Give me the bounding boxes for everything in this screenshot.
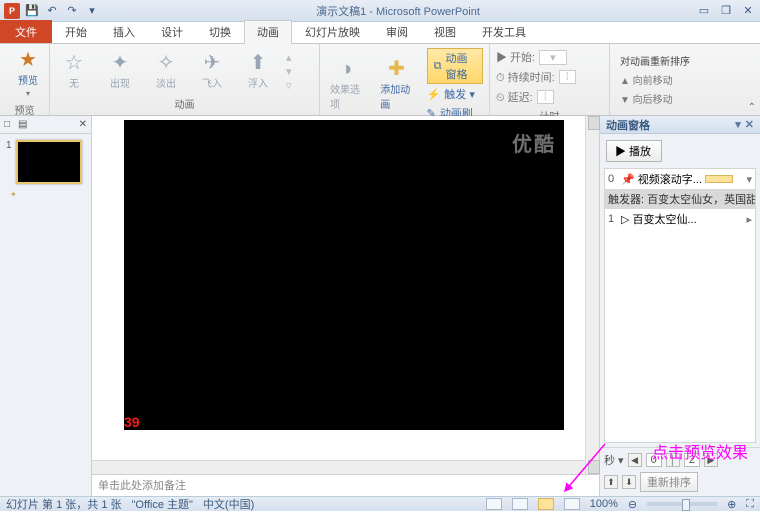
seconds-value-2[interactable]: 2 (684, 453, 700, 467)
reorder-down-button[interactable]: ⬇ (622, 475, 636, 489)
thumb-tab-outline[interactable]: ▤ (18, 119, 27, 130)
close-icon[interactable]: ✕ (740, 4, 756, 17)
timeline-next-button[interactable]: ▶ (704, 453, 718, 467)
zoom-out-button[interactable]: ⊖ (628, 498, 637, 511)
anim-flyin[interactable]: ✈飞入 (194, 51, 230, 92)
redo-icon[interactable]: ↷ (64, 3, 80, 19)
tab-developer[interactable]: 开发工具 (469, 20, 539, 43)
chevron-down-icon[interactable]: ▾ (746, 173, 752, 186)
tab-animations[interactable]: 动画 (244, 20, 292, 44)
move-earlier-button[interactable]: ▲ 向前移动 (620, 71, 754, 88)
app-icon: P (4, 3, 20, 19)
thumb-slide-preview (16, 140, 82, 184)
animation-item-0[interactable]: 0 📌 视频滚动字... ▾ (605, 169, 755, 189)
thumb-tab-slides[interactable]: □ (4, 119, 10, 130)
seconds-value[interactable]: 0 (646, 453, 662, 467)
animation-list: 0 📌 视频滚动字... ▾ 触发器: 百变太空仙女，英国甜... 1 ▷ 百变… (604, 168, 756, 443)
pane-menu-icon[interactable]: ▾ (735, 118, 741, 131)
reorder-up-button[interactable]: ⬆ (604, 475, 618, 489)
effect-options-button[interactable]: ◑效果选项 (326, 57, 366, 113)
thumb-close-icon[interactable]: ✕ (79, 119, 87, 130)
preview-icon: ★ (19, 50, 37, 70)
ribbon-collapse-icon[interactable]: ⌃ (748, 102, 756, 113)
chevron-right-icon[interactable]: ▸ (746, 213, 752, 226)
status-language[interactable]: 中文(中国) (203, 496, 254, 512)
tab-review[interactable]: 审阅 (373, 20, 421, 43)
window-title: 演示文稿1 - Microsoft PowerPoint (100, 3, 696, 19)
tab-transitions[interactable]: 切换 (196, 20, 244, 43)
pane-close-icon[interactable]: ✕ (745, 118, 754, 131)
trigger-button[interactable]: ⚡触发 ▾ (427, 85, 483, 103)
tab-file[interactable]: 文件 (0, 20, 52, 43)
move-later-button[interactable]: ▼ 向后移动 (620, 90, 754, 107)
view-normal-button[interactable] (486, 498, 502, 510)
timeline-mid-button[interactable]: │ (666, 453, 680, 467)
group-preview-label: 预览 (6, 100, 43, 117)
timing-duration[interactable]: ⏱ 持续时间:⁞ (496, 68, 603, 86)
reorder-button[interactable]: 重新排序 (640, 472, 698, 492)
anim-gallery-more[interactable]: ▴▾▿ (286, 51, 292, 92)
animation-item-1[interactable]: 1 ▷ 百变太空仙... ▸ (605, 209, 755, 229)
animation-pane-title: 动画窗格 (606, 117, 650, 133)
pin-icon: 📌 (621, 173, 635, 186)
animation-play-button[interactable]: ▶ 播放 (606, 140, 662, 162)
animation-indicator-icon: ✦ (10, 190, 91, 199)
timeline-prev-button[interactable]: ◀ (628, 453, 642, 467)
animation-pane-button[interactable]: ⧉动画窗格 (427, 48, 483, 84)
preview-button[interactable]: ★ 预览 ▾ (6, 48, 50, 100)
title-bar: P 💾 ↶ ↷ ▾ 演示文稿1 - Microsoft PowerPoint ▭… (0, 0, 760, 22)
editor-vertical-scrollbar[interactable] (585, 116, 599, 474)
timing-delay[interactable]: ⏲ 延迟:⁞ (496, 88, 603, 106)
animation-trigger-row[interactable]: 触发器: 百变太空仙女，英国甜... (605, 189, 755, 209)
add-animation-button[interactable]: ✚添加动画 (376, 57, 416, 113)
zoom-in-button[interactable]: ⊕ (727, 498, 736, 511)
tab-design[interactable]: 设计 (148, 20, 196, 43)
seconds-label[interactable]: 秒 ▾ (604, 452, 624, 468)
view-sorter-button[interactable] (512, 498, 528, 510)
status-slide-count: 幻灯片 第 1 张，共 1 张 (6, 496, 122, 512)
tab-view[interactable]: 视图 (421, 20, 469, 43)
ribbon: ★ 预览 ▾ 预览 ☆无 ✦出现 ✧淡出 ✈飞入 ⬆浮入 ▴▾▿ 动画 ◑效果选… (0, 44, 760, 116)
anim-none[interactable]: ☆无 (56, 51, 92, 92)
minimize-icon[interactable]: ▭ (696, 4, 712, 17)
tab-insert[interactable]: 插入 (100, 20, 148, 43)
pane-icon: ⧉ (434, 60, 442, 73)
animation-pane: 动画窗格 ▾ ✕ ▶ 播放 0 📌 视频滚动字... ▾ 触发器: 百变太空仙女，… (600, 116, 760, 496)
slide-editor: 优酷 39 单击此处添加备注 (92, 116, 600, 496)
anim-fade[interactable]: ✧淡出 (148, 51, 184, 92)
notes-pane[interactable]: 单击此处添加备注 (92, 474, 599, 496)
timeline-bar (705, 175, 733, 183)
view-reading-button[interactable] (538, 498, 554, 510)
undo-icon[interactable]: ↶ (44, 3, 60, 19)
slide-thumbnail-1[interactable]: 1 (6, 140, 85, 184)
anim-appear[interactable]: ✦出现 (102, 51, 138, 92)
anim-floatin[interactable]: ⬆浮入 (240, 51, 276, 92)
video-watermark: 优酷 (512, 128, 556, 157)
ribbon-tabs: 文件 开始 插入 设计 切换 动画 幻灯片放映 审阅 视图 开发工具 (0, 22, 760, 44)
view-slideshow-button[interactable] (564, 498, 580, 510)
tab-slideshow[interactable]: 幻灯片放映 (292, 20, 373, 43)
status-theme: "Office 主题" (132, 496, 193, 512)
qat-more-icon[interactable]: ▾ (84, 3, 100, 19)
fit-window-button[interactable]: ⛶ (746, 498, 754, 511)
slide-thumbnail-panel: □ ▤ ✕ 1 ✦ (0, 116, 92, 496)
slide-canvas[interactable]: 优酷 39 (124, 120, 564, 430)
red-counter: 39 (124, 414, 140, 430)
reorder-title: 对动画重新排序 (620, 52, 754, 69)
group-anim-label: 动画 (56, 94, 313, 111)
status-bar: 幻灯片 第 1 张，共 1 张 "Office 主题" 中文(中国) 100% … (0, 496, 760, 511)
zoom-slider[interactable] (647, 502, 717, 506)
trigger-icon: ⚡ (427, 88, 441, 101)
save-icon[interactable]: 💾 (24, 3, 40, 19)
tab-home[interactable]: 开始 (52, 20, 100, 43)
editor-horizontal-scrollbar[interactable] (92, 460, 585, 474)
zoom-level[interactable]: 100% (590, 498, 618, 510)
restore-icon[interactable]: ❐ (718, 4, 734, 17)
timing-start[interactable]: ▶ 开始:▾ (496, 48, 603, 66)
